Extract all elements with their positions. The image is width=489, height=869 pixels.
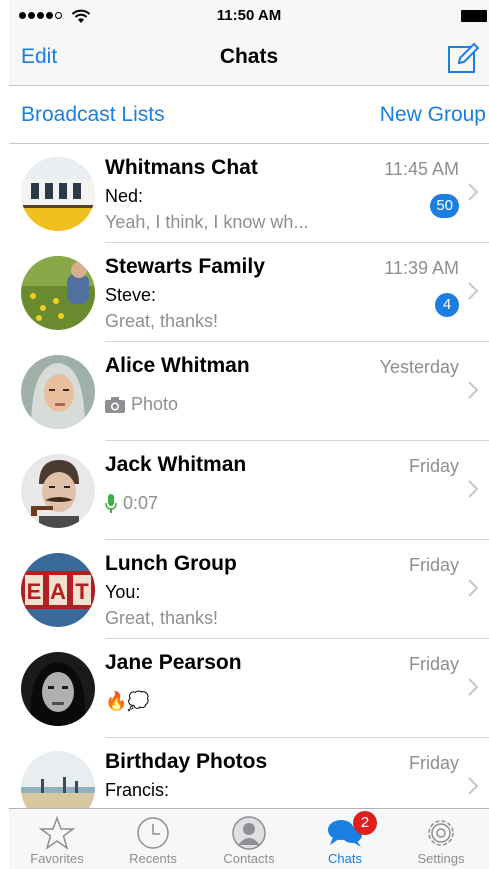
tab-label: Contacts — [223, 851, 275, 866]
chat-name: Stewarts Family — [105, 255, 265, 278]
list-actions-bar: Broadcast Lists New Group — [9, 86, 489, 144]
avatar — [21, 256, 95, 330]
emoji-preview: 🔥💭 — [105, 691, 150, 711]
media-label: Photo — [131, 394, 179, 414]
chat-row-jane-pearson[interactable]: Jane Pearson Friday 🔥💭 — [9, 639, 489, 738]
svg-text:A: A — [50, 579, 66, 604]
chat-name: Whitmans Chat — [105, 156, 258, 179]
tab-badge: 2 — [353, 811, 377, 835]
tab-settings[interactable]: Settings — [393, 809, 489, 869]
chat-time: 11:45 AM — [384, 159, 459, 179]
media-label: 0:07 — [123, 493, 159, 513]
chat-preview: 🔥💭 — [105, 691, 150, 712]
chat-name: Lunch Group — [105, 552, 237, 575]
star-icon — [39, 815, 75, 850]
chevron-right-icon — [468, 579, 479, 597]
tab-recents[interactable]: Recents — [105, 809, 201, 869]
chat-time: Friday — [408, 456, 459, 476]
chat-time: Friday — [408, 555, 459, 575]
unread-badge: 4 — [435, 293, 459, 317]
chat-preview: 0:07 — [105, 493, 158, 514]
chat-row-stewarts-family[interactable]: Stewarts Family 11:39 AM Steve: Great, t… — [9, 243, 489, 342]
chat-list: Whitmans Chat 11:45 AM Ned: Yeah, I thin… — [9, 144, 489, 808]
chat-name: Jack Whitman — [105, 453, 247, 476]
chat-time: 11:39 AM — [384, 258, 459, 278]
status-bar: 11:50 AM — [9, 0, 489, 32]
chat-name: Jane Pearson — [105, 651, 242, 674]
avatar — [21, 652, 95, 726]
avatar — [21, 157, 95, 231]
chat-preview: Photo — [105, 394, 178, 415]
compose-icon[interactable] — [447, 42, 479, 74]
microphone-icon — [105, 493, 117, 513]
chevron-right-icon — [468, 678, 479, 696]
chat-row-birthday-photos[interactable]: Birthday Photos Friday Francis: — [9, 738, 489, 808]
gear-icon — [428, 820, 454, 846]
tab-favorites[interactable]: Favorites — [9, 809, 105, 869]
status-time: 11:50 AM — [216, 7, 282, 24]
chevron-right-icon — [468, 381, 479, 399]
chat-preview: Great, thanks! — [105, 608, 219, 628]
chat-sender: You: — [105, 582, 141, 602]
chat-name: Alice Whitman — [105, 354, 250, 377]
chevron-right-icon — [468, 480, 479, 498]
clock-icon — [137, 817, 169, 849]
person-icon — [232, 816, 266, 850]
tab-label: Favorites — [30, 851, 84, 866]
svg-text:E: E — [27, 579, 42, 604]
chat-time: Friday — [408, 753, 459, 773]
avatar — [21, 355, 95, 429]
tab-contacts[interactable]: Contacts — [201, 809, 297, 869]
chat-sender: Steve: — [105, 285, 157, 305]
chevron-right-icon — [468, 777, 479, 795]
chat-row-lunch-group[interactable]: E A T Lunch Group Friday You: Great, tha… — [9, 540, 489, 639]
new-group-link[interactable]: New Group — [380, 103, 486, 127]
tab-label: Settings — [417, 851, 465, 866]
avatar: E A T — [21, 553, 95, 627]
chat-row-alice-whitman[interactable]: Alice Whitman Yesterday Photo — [9, 342, 489, 441]
chat-preview: Yeah, I think, I know wh... — [105, 212, 309, 232]
chat-preview: Great, thanks! — [105, 311, 219, 331]
tab-label: Recents — [129, 851, 177, 866]
tab-bar: Favorites Recents Contacts 2 Chats Setti… — [9, 808, 489, 869]
battery-icon — [461, 10, 487, 22]
avatar — [21, 454, 95, 528]
chat-row-whitmans-chat[interactable]: Whitmans Chat 11:45 AM Ned: Yeah, I thin… — [9, 144, 489, 243]
chat-name: Birthday Photos — [105, 750, 268, 773]
unread-badge: 50 — [430, 194, 459, 218]
svg-text:T: T — [75, 579, 89, 604]
chevron-right-icon — [468, 282, 479, 300]
chat-sender: Ned: — [105, 186, 144, 206]
chat-time: Yesterday — [379, 357, 459, 377]
camera-icon — [105, 396, 125, 413]
avatar — [21, 751, 95, 808]
chat-row-jack-whitman[interactable]: Jack Whitman Friday 0:07 — [9, 441, 489, 540]
page-title: Chats — [219, 45, 279, 68]
tab-label: Chats — [328, 851, 362, 866]
chat-time: Friday — [408, 654, 459, 674]
navigation-bar: Edit Chats — [9, 32, 489, 86]
tab-chats[interactable]: 2 Chats — [297, 809, 393, 869]
chat-sender: Francis: — [105, 780, 170, 800]
broadcast-lists-link[interactable]: Broadcast Lists — [21, 103, 165, 127]
chevron-right-icon — [468, 183, 479, 201]
